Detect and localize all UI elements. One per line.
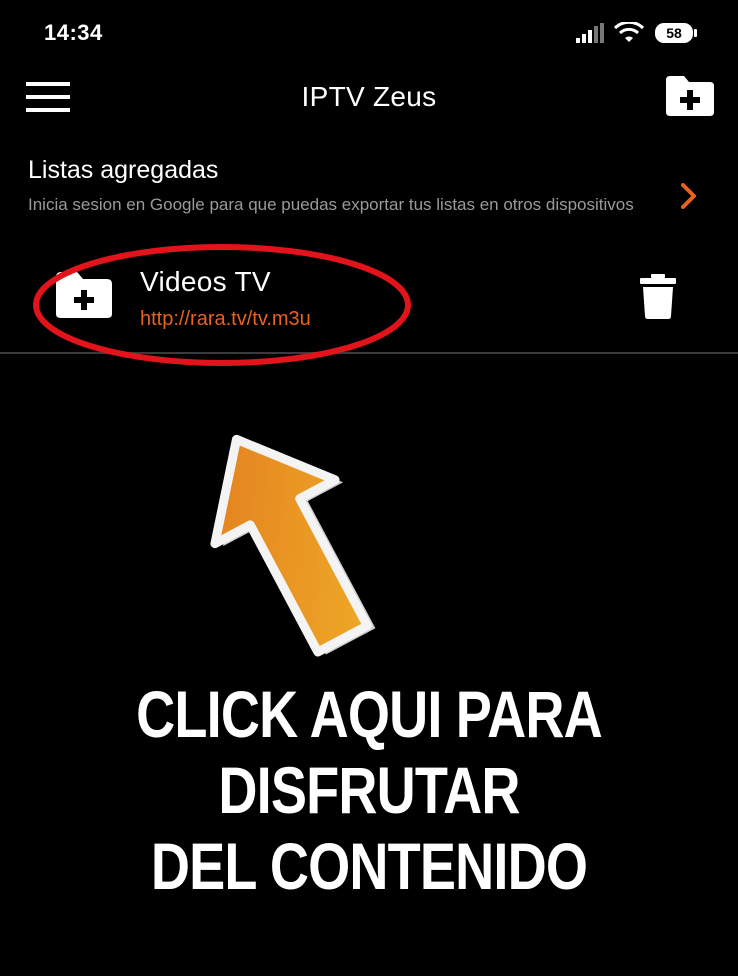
status-icons: 58 [576,18,698,48]
arrow-up-icon [210,434,376,657]
app-bar: IPTV Zeus [0,66,738,130]
app-title: IPTV Zeus [301,81,437,112]
wifi-icon [614,22,644,42]
added-lists-section[interactable]: Listas agregadas Inicia sesion en Google… [0,150,738,246]
add-folder-icon[interactable] [666,74,714,118]
trash-icon[interactable] [638,272,678,322]
signal-icon [576,23,604,43]
caption-line-3: DEL CONTENIDO [150,829,588,903]
status-bar: 14:34 58 [0,0,738,66]
app-screen: 14:34 58 IPTV Zeus Listas agregadas Inic… [0,0,738,976]
caption-line-1: CLICK AQUI PARA [136,677,603,751]
caption-line-2: DISFRUTAR [218,753,520,827]
list-item-name: Videos TV [140,266,271,297]
list-item[interactable]: Videos TV http://rara.tv/tv.m3u [0,252,738,352]
battery-level: 58 [666,25,682,41]
list-divider [0,352,738,354]
battery-icon: 58 [654,22,698,44]
list-item-url: http://rara.tv/tv.m3u [140,308,311,330]
section-title: Listas agregadas [28,156,219,184]
caption: CLICK AQUI PARA DISFRUTAR DEL CONTENIDO [0,676,738,904]
chevron-right-icon[interactable] [680,182,698,210]
section-subtitle: Inicia sesion en Google para que puedas … [28,195,634,214]
add-folder-icon [56,270,112,320]
status-time: 14:34 [44,20,103,45]
